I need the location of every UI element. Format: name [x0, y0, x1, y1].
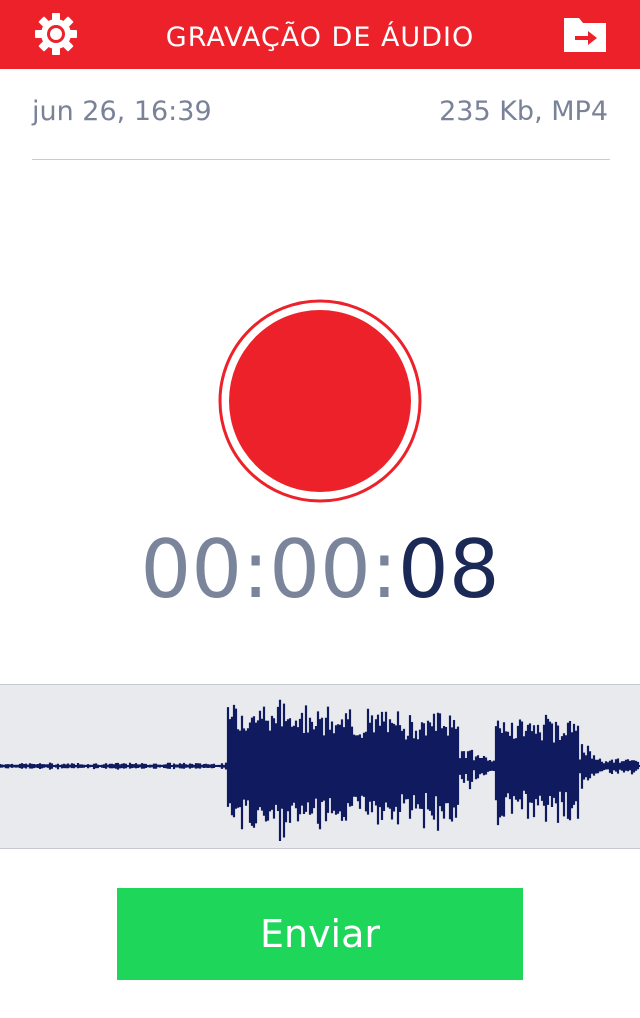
waveform-panel: [0, 684, 640, 849]
timer-prefix: 00:00:: [140, 523, 398, 616]
send-button[interactable]: Enviar: [117, 888, 523, 980]
record-button[interactable]: [218, 299, 422, 503]
recording-timer: 00:00:08: [0, 525, 640, 615]
page-title: GRAVAÇÃO DE ÁUDIO: [165, 22, 475, 53]
timer-seconds: 08: [397, 523, 500, 616]
open-folder-button[interactable]: [563, 15, 607, 53]
app-header: GRAVAÇÃO DE ÁUDIO: [0, 0, 640, 69]
waveform-path: [0, 699, 640, 841]
recording-file-info: 235 Kb, MP4: [439, 96, 608, 127]
waveform: [0, 699, 640, 841]
recording-date: jun 26, 16:39: [32, 96, 212, 127]
folder-export-icon: [564, 18, 606, 52]
recording-info: jun 26, 16:39 235 Kb, MP4: [32, 96, 608, 136]
divider: [32, 159, 610, 160]
record-icon: [218, 299, 422, 503]
